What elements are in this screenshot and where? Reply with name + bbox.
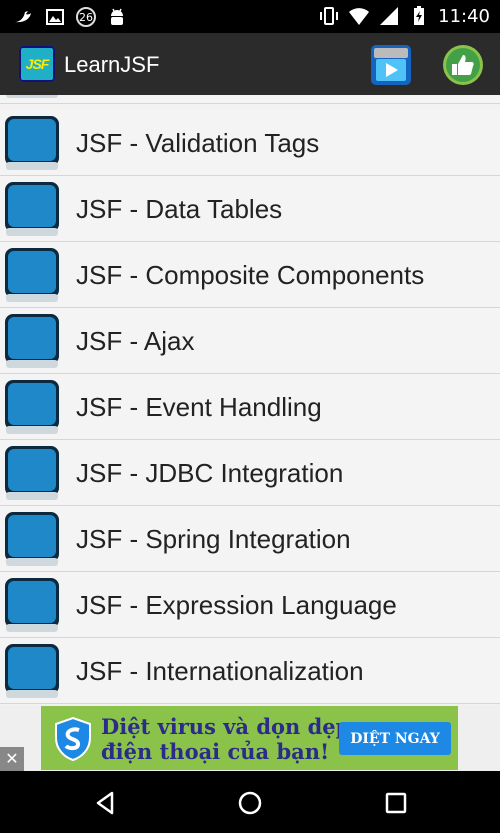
notification-count-badge: 26	[76, 7, 96, 27]
list-item[interactable]: JSF - Spring Integration	[0, 506, 500, 572]
android-icon	[111, 8, 123, 25]
ad-close-button[interactable]: ✕	[0, 747, 24, 771]
book-icon	[5, 248, 59, 302]
book-icon	[5, 380, 59, 434]
ad-banner[interactable]: Diệt virus và dọn dẹp điện thoại của bạn…	[41, 706, 458, 770]
shield-icon	[55, 716, 91, 762]
topic-list: JSF - Validation Tags JSF - Data Tables …	[0, 95, 500, 705]
status-bar: 26 11:40	[0, 0, 500, 33]
list-item-label: JSF - Expression Language	[76, 590, 397, 620]
ad-cta-button[interactable]: DIỆT NGAY	[339, 722, 451, 755]
book-icon	[5, 512, 59, 566]
list-item[interactable]	[0, 95, 500, 104]
list-item[interactable]: JSF - Data Tables	[0, 176, 500, 242]
list-item-label: JSF - JDBC Integration	[76, 458, 344, 488]
recents-icon[interactable]	[381, 788, 411, 818]
app-bar: JSF LearnJSF	[0, 33, 500, 95]
navigation-bar	[0, 771, 500, 833]
list-item[interactable]: JSF - Validation Tags	[0, 110, 500, 176]
signal-icon	[380, 7, 399, 25]
list-item-label: JSF - Validation Tags	[76, 128, 320, 158]
app-title: LearnJSF	[64, 52, 160, 77]
book-icon	[5, 446, 59, 500]
list-item[interactable]: JSF - Internationalization	[0, 638, 500, 704]
home-icon[interactable]	[235, 788, 265, 818]
ad-headline-line2: điện thoại của bạn!	[101, 739, 330, 764]
image-icon	[46, 9, 64, 25]
wifi-icon	[349, 8, 370, 25]
ad-container: Diệt virus và dọn dẹp điện thoại của bạn…	[0, 705, 500, 771]
video-player-icon[interactable]	[369, 43, 413, 87]
clock: 11:40	[438, 5, 490, 27]
list-item[interactable]: JSF - Ajax	[0, 308, 500, 374]
list-item-label: JSF - Data Tables	[76, 194, 283, 224]
book-icon	[6, 95, 58, 98]
list-item-label: JSF - Internationalization	[76, 656, 364, 686]
book-icon	[5, 182, 59, 236]
book-icon	[5, 314, 59, 368]
book-icon	[5, 644, 59, 698]
vibrate-icon	[320, 7, 339, 25]
list-item[interactable]: JSF - Event Handling	[0, 374, 500, 440]
book-icon	[5, 578, 59, 632]
thumbs-up-icon[interactable]	[441, 43, 485, 87]
book-icon	[5, 116, 59, 170]
list-item[interactable]: JSF - Composite Components	[0, 242, 500, 308]
list-item-label: JSF - Ajax	[76, 326, 195, 356]
ad-headline-line1: Diệt virus và dọn dẹp	[101, 714, 351, 739]
bird-icon	[15, 11, 31, 23]
app-logo: JSF	[19, 46, 55, 82]
list-item-label: JSF - Composite Components	[76, 260, 425, 290]
list-item-label: JSF - Event Handling	[76, 392, 322, 422]
battery-charging-icon	[414, 6, 425, 25]
list-item[interactable]: JSF - JDBC Integration	[0, 440, 500, 506]
list-item[interactable]: JSF - Expression Language	[0, 572, 500, 638]
list-item-label: JSF - Spring Integration	[76, 524, 351, 554]
back-icon[interactable]	[90, 788, 120, 818]
